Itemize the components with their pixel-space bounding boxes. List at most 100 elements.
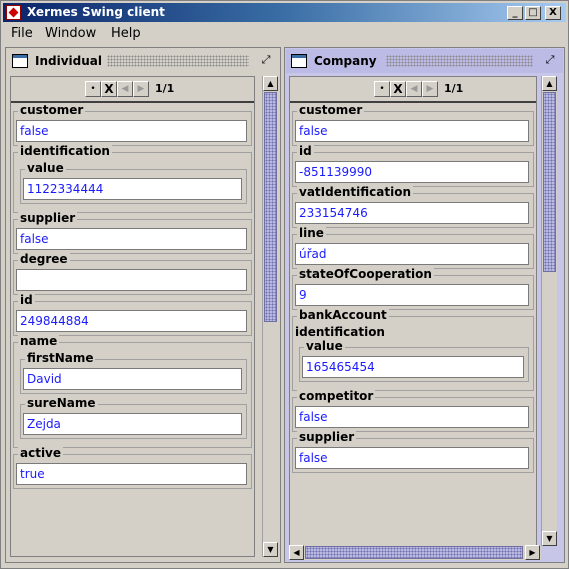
new-record-icon[interactable]: • — [85, 81, 101, 97]
title-bar[interactable]: Xermes Swing client _ □ X — [3, 3, 566, 22]
supplier-label: supplier — [297, 430, 357, 444]
app-icon — [6, 5, 21, 20]
firstname-group: firstName David — [20, 351, 247, 394]
individual-frame: Individual ⤢ • X ◀ ▶ 1/1 customer false — [5, 47, 281, 563]
customer-group: customer false — [13, 103, 252, 146]
vat-identification-group: vatIdentification 233154746 — [292, 185, 534, 228]
supplier-field[interactable]: false — [295, 447, 529, 469]
maximize-frame-icon[interactable]: ⤢ — [259, 53, 273, 67]
menu-window[interactable]: Window — [45, 26, 96, 41]
company-frame-header[interactable]: Company ⤢ — [286, 49, 563, 73]
delete-record-button[interactable]: X — [101, 81, 117, 97]
surename-group: sureName Zejda — [20, 396, 247, 439]
next-record-icon[interactable]: ▶ — [422, 81, 438, 97]
minimize-button[interactable]: _ — [507, 6, 523, 20]
title-grip — [386, 55, 533, 67]
vat-identification-label: vatIdentification — [297, 185, 413, 199]
name-group: name firstName David sureName Zejda — [13, 334, 252, 448]
customer-label: customer — [18, 103, 86, 117]
id-label: id — [18, 293, 35, 307]
identification-value-field[interactable]: 1122334444 — [23, 178, 242, 200]
prev-record-icon[interactable]: ◀ — [406, 81, 422, 97]
company-fields: customer false id -851139990 vatIdentifi… — [292, 103, 534, 477]
customer-field[interactable]: false — [16, 120, 247, 142]
competitor-group: competitor false — [292, 389, 534, 432]
id-group: id -851139990 — [292, 144, 534, 187]
individual-frame-header[interactable]: Individual ⤢ — [7, 49, 279, 73]
scroll-thumb[interactable] — [543, 92, 556, 272]
horizontal-scroll-thumb[interactable] — [305, 546, 523, 559]
scroll-up-icon[interactable]: ▲ — [542, 76, 557, 91]
identification-value-group: value 1122334444 — [20, 161, 247, 204]
customer-label: customer — [297, 103, 365, 117]
maximize-frame-icon[interactable]: ⤢ — [543, 53, 557, 67]
next-record-icon[interactable]: ▶ — [133, 81, 149, 97]
line-label: line — [297, 226, 326, 240]
bank-identification-value-label: value — [304, 339, 345, 353]
active-label: active — [18, 446, 64, 460]
degree-group: degree — [13, 252, 252, 295]
scroll-left-icon[interactable]: ◀ — [289, 545, 304, 560]
id-label: id — [297, 144, 314, 158]
surename-label: sureName — [25, 396, 98, 410]
prev-record-icon[interactable]: ◀ — [117, 81, 133, 97]
degree-label: degree — [18, 252, 70, 266]
scroll-thumb[interactable] — [264, 92, 277, 322]
firstname-label: firstName — [25, 351, 96, 365]
scroll-down-icon[interactable]: ▼ — [263, 542, 278, 557]
competitor-field[interactable]: false — [295, 406, 529, 428]
new-record-icon[interactable]: • — [374, 81, 390, 97]
state-of-cooperation-field[interactable]: 9 — [295, 284, 529, 306]
customer-field[interactable]: false — [295, 120, 529, 142]
name-label: name — [18, 334, 60, 348]
bank-identification-label: identification — [295, 325, 385, 339]
individual-panel: • X ◀ ▶ 1/1 customer false identificatio… — [10, 76, 255, 557]
company-frame-title: Company — [314, 54, 377, 68]
surename-field[interactable]: Zejda — [23, 413, 242, 435]
individual-vertical-scrollbar[interactable]: ▲ ▼ — [262, 76, 278, 557]
bank-identification-value-group: value 165465454 — [299, 339, 529, 382]
state-of-cooperation-group: stateOfCooperation 9 — [292, 267, 534, 310]
bank-account-label: bankAccount — [297, 308, 389, 322]
id-field[interactable]: 249844884 — [16, 310, 247, 332]
company-horizontal-scrollbar[interactable]: ◀ ▶ — [289, 545, 541, 560]
individual-fields: customer false identification value 1122… — [13, 103, 252, 493]
individual-frame-title: Individual — [35, 54, 102, 68]
company-vertical-scrollbar[interactable]: ▲ ▼ — [541, 76, 557, 546]
identification-value-label: value — [25, 161, 66, 175]
supplier-label: supplier — [18, 211, 78, 225]
page-indicator: 1/1 — [155, 82, 175, 95]
scroll-right-icon[interactable]: ▶ — [525, 545, 540, 560]
close-button[interactable]: X — [545, 6, 561, 20]
identification-label: identification — [18, 144, 112, 158]
competitor-label: competitor — [297, 389, 376, 403]
scroll-up-icon[interactable]: ▲ — [263, 76, 278, 91]
menu-help[interactable]: Help — [111, 26, 141, 41]
supplier-group: supplier false — [13, 211, 252, 254]
degree-field[interactable] — [16, 269, 247, 291]
record-navigator: • X ◀ ▶ 1/1 — [290, 77, 536, 103]
record-navigator: • X ◀ ▶ 1/1 — [11, 77, 254, 103]
line-field[interactable]: úřad — [295, 243, 529, 265]
menu-file[interactable]: File — [11, 26, 33, 41]
firstname-field[interactable]: David — [23, 368, 242, 390]
line-group: line úřad — [292, 226, 534, 269]
app-window: Xermes Swing client _ □ X File Window He… — [0, 0, 569, 569]
maximize-button[interactable]: □ — [525, 6, 541, 20]
page-indicator: 1/1 — [444, 82, 464, 95]
frame-icon — [12, 54, 28, 68]
title-grip — [107, 55, 249, 67]
window-title: Xermes Swing client — [27, 5, 165, 19]
delete-record-button[interactable]: X — [390, 81, 406, 97]
company-frame: Company ⤢ • X ◀ ▶ 1/1 customer false id … — [284, 47, 565, 563]
supplier-field[interactable]: false — [16, 228, 247, 250]
company-panel: • X ◀ ▶ 1/1 customer false id -851139990 — [289, 76, 537, 546]
bank-identification-value-field[interactable]: 165465454 — [302, 356, 524, 378]
identification-group: identification value 1122334444 — [13, 144, 252, 213]
scroll-down-icon[interactable]: ▼ — [542, 531, 557, 546]
menu-bar: File Window Help — [3, 23, 566, 45]
frame-icon — [291, 54, 307, 68]
active-field[interactable]: true — [16, 463, 247, 485]
vat-identification-field[interactable]: 233154746 — [295, 202, 529, 224]
id-field[interactable]: -851139990 — [295, 161, 529, 183]
